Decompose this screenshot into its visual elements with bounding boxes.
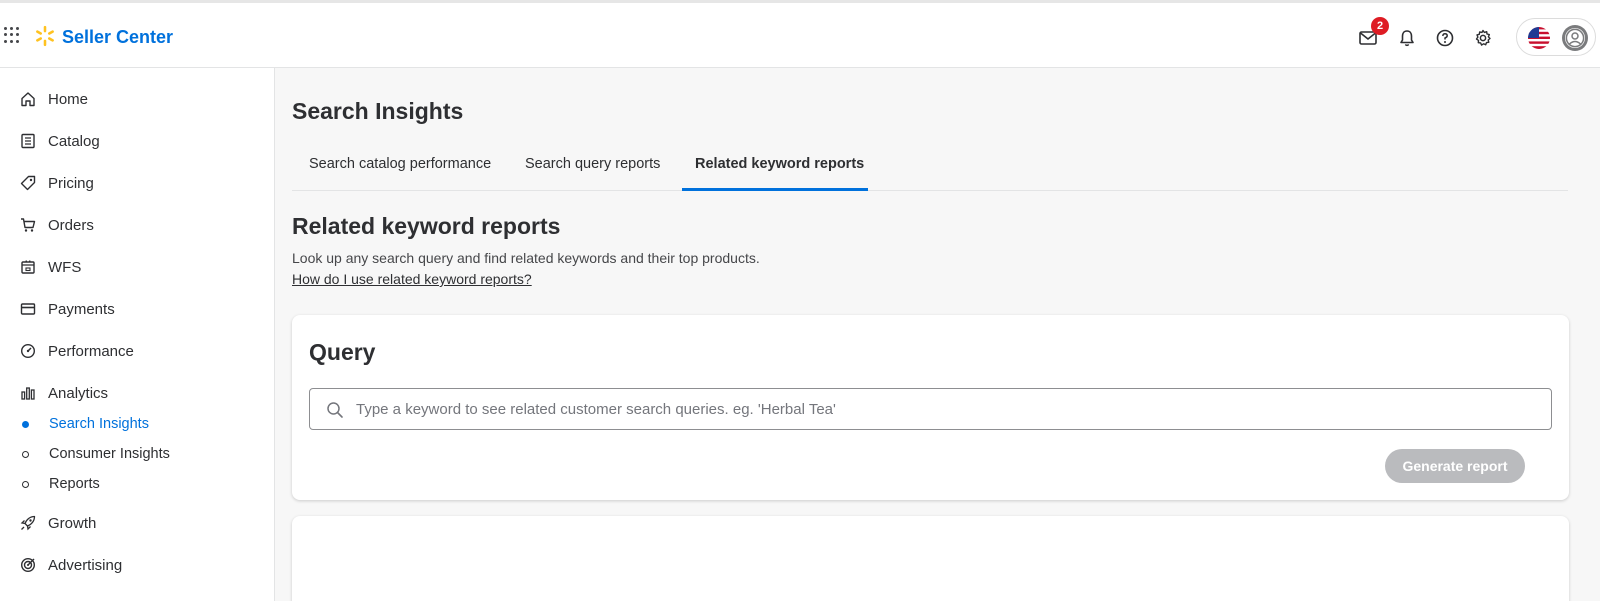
sidebar-item-label: Orders	[48, 216, 94, 234]
results-card	[292, 516, 1569, 601]
sidebar-item-catalog[interactable]: Catalog	[18, 128, 100, 154]
query-card-title: Query	[309, 339, 376, 365]
sidebar-subitem-label: Reports	[49, 476, 100, 492]
us-flag-icon	[1528, 27, 1550, 49]
sidebar-item-advertising[interactable]: Advertising	[18, 552, 122, 578]
sidebar-item-label: Performance	[48, 342, 134, 360]
search-icon	[327, 402, 343, 418]
section-title: Related keyword reports	[292, 213, 561, 239]
box-icon	[18, 257, 38, 277]
tab-related-keyword-reports[interactable]: Related keyword reports	[695, 156, 864, 191]
sidebar-subitem-consumer-insights[interactable]: Consumer Insights	[22, 443, 170, 465]
bar-chart-icon	[18, 383, 38, 403]
sidebar-item-label: Advertising	[48, 556, 123, 574]
query-card: Query Generate report	[292, 315, 1569, 500]
help-icon[interactable]	[1434, 27, 1456, 49]
sidebar-item-label: Analytics	[48, 384, 109, 402]
sidebar-item-orders[interactable]: Orders	[18, 212, 94, 238]
sidebar-subitem-label: Consumer Insights	[49, 446, 170, 462]
spark-logo-icon[interactable]	[34, 25, 56, 47]
keyword-search-box[interactable]	[309, 388, 1552, 430]
page-title: Search Insights	[292, 98, 464, 124]
home-icon	[18, 89, 38, 109]
account-switcher[interactable]	[1516, 18, 1596, 56]
top-header: Seller Center 2	[0, 0, 1600, 68]
mail-count-badge: 2	[1371, 17, 1389, 35]
sidebar-item-analytics[interactable]: Analytics	[18, 380, 108, 406]
sidebar-item-label: Growth	[48, 514, 97, 532]
tab-search-query-reports[interactable]: Search query reports	[525, 156, 660, 191]
tag-icon	[18, 173, 38, 193]
help-link[interactable]: How do I use related keyword reports?	[292, 271, 532, 287]
sidebar-item-label: Pricing	[48, 174, 94, 192]
sidebar-item-label: WFS	[48, 258, 82, 276]
gauge-icon	[18, 341, 38, 361]
card-icon	[18, 299, 38, 319]
sidebar-item-wfs[interactable]: WFS	[18, 254, 81, 280]
sidebar-item-label: Payments	[48, 300, 115, 318]
sidebar-subitem-reports[interactable]: Reports	[22, 473, 100, 495]
avatar-icon[interactable]	[1562, 25, 1588, 51]
sidebar-item-payments[interactable]: Payments	[18, 296, 115, 322]
tab-bar: Search catalog performance Search query …	[292, 148, 1568, 191]
generate-report-button[interactable]: Generate report	[1385, 449, 1525, 483]
sidebar: Home Catalog Pricing Orders WFS Payments…	[0, 68, 275, 601]
brand-name[interactable]: Seller Center	[62, 27, 173, 48]
active-dot-icon	[22, 420, 29, 428]
bell-icon[interactable]	[1396, 27, 1418, 49]
dot-icon	[22, 480, 29, 488]
sidebar-item-growth[interactable]: Growth	[18, 510, 96, 536]
gear-icon[interactable]	[1472, 27, 1494, 49]
cart-icon	[18, 215, 38, 235]
sidebar-subitem-label: Search Insights	[49, 416, 149, 432]
target-icon	[18, 555, 38, 575]
sidebar-subitem-search-insights[interactable]: Search Insights	[22, 413, 149, 435]
rocket-icon	[18, 513, 38, 533]
sidebar-item-performance[interactable]: Performance	[18, 338, 134, 364]
active-tab-indicator	[682, 188, 868, 191]
tab-search-catalog-performance[interactable]: Search catalog performance	[309, 156, 491, 191]
sidebar-item-label: Home	[48, 90, 89, 108]
dot-icon	[22, 450, 29, 458]
sidebar-item-home[interactable]: Home	[18, 86, 88, 112]
catalog-icon	[18, 131, 38, 151]
section-description: Look up any search query and find relate…	[292, 250, 760, 266]
sidebar-item-label: Catalog	[48, 132, 100, 150]
sidebar-item-pricing[interactable]: Pricing	[18, 170, 94, 196]
apps-grid-icon[interactable]	[4, 27, 20, 43]
keyword-search-input[interactable]	[356, 389, 1536, 429]
